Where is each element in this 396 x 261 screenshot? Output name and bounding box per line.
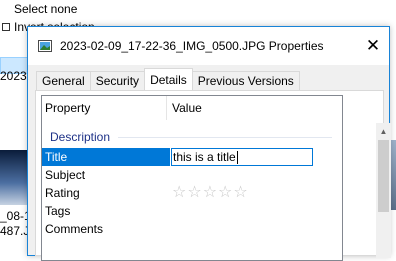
row-subject[interactable]: Subject bbox=[42, 166, 342, 184]
row-rating[interactable]: Rating ☆ ☆ ☆ ☆ ☆ bbox=[42, 184, 342, 202]
text-caret bbox=[236, 150, 238, 164]
star-icon[interactable]: ☆ bbox=[203, 185, 217, 201]
row-title[interactable]: Title this is a title bbox=[42, 148, 342, 166]
rating-stars[interactable]: ☆ ☆ ☆ ☆ ☆ bbox=[172, 184, 249, 202]
row-subject-label: Subject bbox=[45, 168, 86, 182]
tab-security[interactable]: Security bbox=[89, 71, 146, 90]
row-tags-label: Tags bbox=[45, 204, 71, 218]
dialog-title: 2023-02-09_17-22-36_IMG_0500.JPG Propert… bbox=[60, 39, 324, 53]
star-icon[interactable]: ☆ bbox=[172, 185, 186, 201]
scroll-up-icon: ▲ bbox=[379, 126, 388, 136]
tab-details[interactable]: Details bbox=[144, 68, 193, 90]
details-property-list: Property Value Description Title this is… bbox=[41, 95, 343, 261]
row-rating-label: Rating bbox=[45, 186, 80, 200]
list-header: Property Value bbox=[42, 96, 342, 120]
row-comments-label: Comments bbox=[45, 222, 104, 236]
star-icon[interactable]: ☆ bbox=[187, 185, 201, 201]
image-file-icon bbox=[38, 40, 52, 52]
scroll-thumb[interactable] bbox=[378, 140, 389, 212]
tab-general[interactable]: General bbox=[36, 71, 91, 90]
tab-previous-versions[interactable]: Previous Versions bbox=[191, 71, 300, 90]
group-label: Description bbox=[50, 130, 111, 144]
properties-dialog: 2023-02-09_17-22-36_IMG_0500.JPG Propert… bbox=[27, 26, 391, 261]
select-none-icon bbox=[2, 5, 10, 13]
title-edit-field[interactable]: this is a title bbox=[171, 148, 313, 166]
select-none-item[interactable]: Select none bbox=[0, 0, 77, 17]
title-edit-value: this is a title bbox=[173, 150, 236, 164]
star-icon[interactable]: ☆ bbox=[218, 185, 232, 201]
scroll-up-button[interactable]: ▲ bbox=[376, 123, 391, 139]
property-column-header[interactable]: Property bbox=[42, 96, 167, 120]
group-description: Description bbox=[42, 128, 342, 146]
star-icon[interactable]: ☆ bbox=[233, 185, 247, 201]
close-icon: ✕ bbox=[365, 36, 381, 55]
row-title-label: Title bbox=[42, 148, 170, 166]
tab-strip: General Security Details Previous Versio… bbox=[36, 68, 300, 90]
dialog-titlebar[interactable]: 2023-02-09_17-22-36_IMG_0500.JPG Propert… bbox=[28, 27, 389, 65]
row-comments[interactable]: Comments bbox=[42, 220, 342, 238]
value-column-header[interactable]: Value bbox=[167, 96, 202, 120]
invert-selection-icon bbox=[2, 22, 10, 31]
close-button[interactable]: ✕ bbox=[361, 35, 385, 57]
select-none-label: Select none bbox=[14, 1, 78, 16]
group-divider bbox=[118, 136, 332, 138]
vertical-scrollbar[interactable]: ▲ bbox=[376, 123, 391, 258]
row-tags[interactable]: Tags bbox=[42, 202, 342, 220]
photo-thumbnail[interactable] bbox=[0, 150, 27, 205]
